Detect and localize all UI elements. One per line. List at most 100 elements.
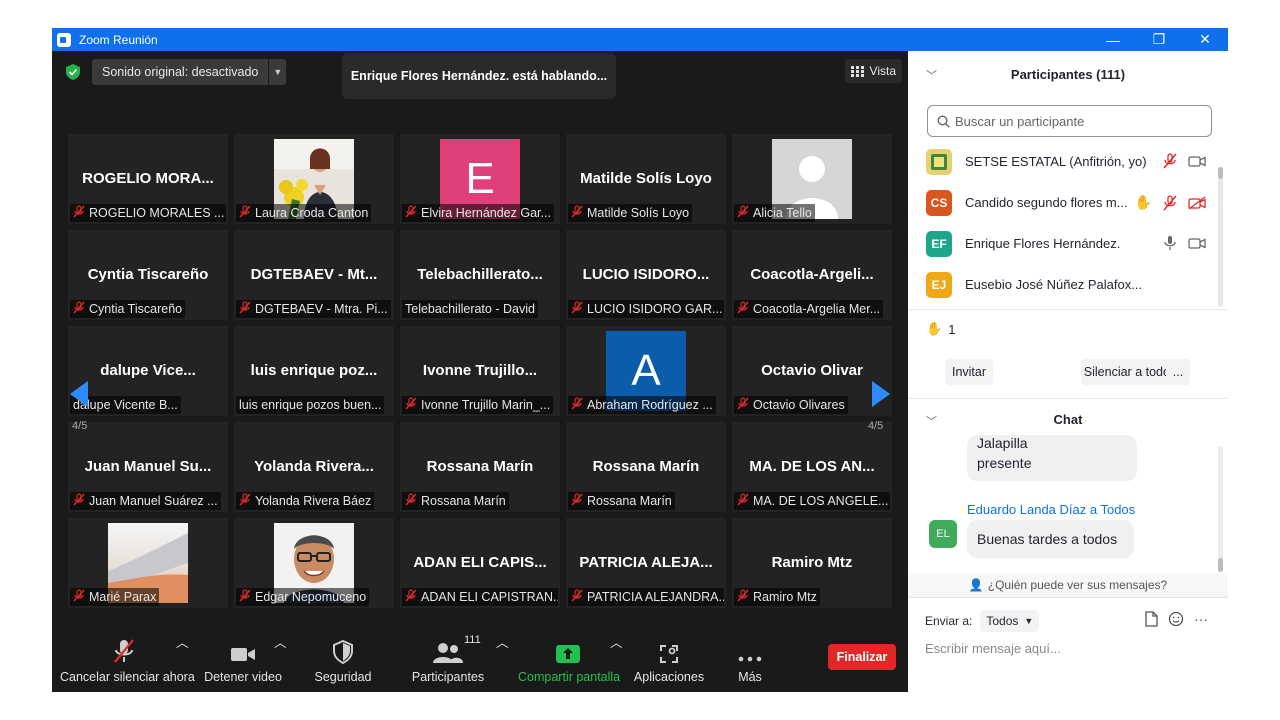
video-tile[interactable]: Cyntia Tiscareño Cyntia Tiscareño <box>68 230 228 320</box>
mute-all-button[interactable]: Silenciar a todos <box>1081 359 1179 385</box>
tile-name-caption: ROGELIO MORALES ... <box>70 204 226 222</box>
participant-row[interactable]: EF Enrique Flores Hernández. <box>908 223 1218 264</box>
end-meeting-button[interactable]: Finalizar <box>828 644 896 670</box>
video-tile[interactable]: E Elvira Hernández Gar... <box>400 134 560 224</box>
share-screen-button[interactable]: Compartir pantalla <box>518 632 620 692</box>
host-logo-icon <box>931 153 947 170</box>
participant-name: Coacotla-Argelia Mer... <box>753 302 881 316</box>
original-sound-button[interactable]: Sonido original: desactivado ▼ <box>92 59 287 85</box>
send-to: Enviar a: Todos ▼ <box>925 609 1040 633</box>
tile-name-caption: LUCIO ISIDORO GAR... <box>568 300 724 318</box>
video-tile[interactable]: PATRICIA ALEJA... PATRICIA ALEJANDRA... <box>566 518 726 608</box>
participant-name: ADAN ELI CAPISTRAN... <box>421 590 558 604</box>
video-tile[interactable]: Ivonne Trujillo... Ivonne Trujillo Marin_… <box>400 326 560 416</box>
video-tile[interactable]: Yolanda Rivera... Yolanda Rivera Báez <box>234 422 394 512</box>
share-options-chevron-icon[interactable]: ︿ <box>610 632 623 692</box>
tile-name-caption: Elvira Hernández Gar... <box>402 204 554 222</box>
tile-display-name: Ramiro Mtz <box>771 554 853 571</box>
video-camera-icon[interactable] <box>1188 154 1206 168</box>
previous-page-arrow-icon[interactable] <box>64 379 94 409</box>
video-tile[interactable]: ADAN ELI CAPIS... ADAN ELI CAPISTRAN... <box>400 518 560 608</box>
close-button[interactable]: ✕ <box>1182 28 1228 51</box>
microphone-muted-icon[interactable] <box>1162 153 1178 169</box>
video-options-chevron-icon[interactable]: ︿ <box>274 632 287 692</box>
invite-button[interactable]: Invitar <box>945 359 993 385</box>
participant-name: Abraham Rodríguez ... <box>587 398 713 412</box>
chevron-down-icon[interactable]: ▼ <box>268 59 286 85</box>
video-camera-icon[interactable] <box>1188 236 1206 250</box>
participant-name: Elvira Hernández Gar... <box>421 206 551 220</box>
participant-name: PATRICIA ALEJANDRA... <box>587 590 724 604</box>
participant-row[interactable]: SETSE ESTATAL (Anfitrión, yo) <box>908 141 1218 182</box>
microphone-muted-icon <box>405 493 417 509</box>
microphone-icon[interactable] <box>1162 235 1178 251</box>
video-tile[interactable]: MA. DE LOS AN... MA. DE LOS ANGELE... <box>732 422 892 512</box>
participant-row[interactable]: EJ Eusebio José Núñez Palafox... <box>908 264 1218 305</box>
message-visibility-link[interactable]: 👤 ¿Quién puede ver sus mensajes? <box>908 573 1228 597</box>
microphone-muted-icon <box>737 397 749 413</box>
restore-button[interactable]: ❐ <box>1136 28 1182 51</box>
video-tile[interactable]: Rossana Marín Rossana Marín <box>400 422 560 512</box>
tile-name-caption: Octavio Olivares <box>734 396 848 414</box>
microphone-muted-icon <box>114 639 134 663</box>
avatar <box>926 148 952 175</box>
participants-options-chevron-icon[interactable]: ︿ <box>496 632 509 692</box>
video-tile[interactable]: Marié Parax <box>68 518 228 608</box>
video-tile[interactable]: luis enrique poz... luis enrique pozos bu… <box>234 326 394 416</box>
unmute-button[interactable]: Cancelar silenciar ahora <box>60 632 195 692</box>
tile-display-name: luis enrique poz... <box>250 362 378 379</box>
stop-video-label: Detener video <box>204 670 282 684</box>
emoji-icon[interactable] <box>1168 611 1184 627</box>
chat-message-previous: Jalapilla presente <box>967 435 1137 481</box>
video-tile[interactable]: Matilde Solís Loyo Matilde Solís Loyo <box>566 134 726 224</box>
participant-search-input[interactable]: Buscar un participante <box>927 105 1212 137</box>
apps-button[interactable]: Aplicaciones <box>632 632 706 692</box>
collapse-chat-chevron-icon[interactable]: ﹀ <box>926 413 937 429</box>
participant-name: Octavio Olivares <box>753 398 845 412</box>
video-tile[interactable]: Laura Croda Canton <box>234 134 394 224</box>
video-tile[interactable]: Telebachillerato... Telebachillerato - Da… <box>400 230 560 320</box>
video-tile[interactable]: LUCIO ISIDORO... LUCIO ISIDORO GAR... <box>566 230 726 320</box>
chat-scrollbar[interactable] <box>1218 446 1223 572</box>
video-tile[interactable]: ROGELIO MORA... ROGELIO MORALES ... <box>68 134 228 224</box>
more-options-button[interactable]: ... <box>1166 359 1190 385</box>
minimize-button[interactable]: — <box>1090 28 1136 51</box>
participants-button[interactable]: 111 Participantes <box>410 632 486 692</box>
more-button[interactable]: Más <box>728 632 772 692</box>
microphone-muted-icon <box>571 301 583 317</box>
view-button[interactable]: Vista <box>844 59 902 83</box>
stop-video-button[interactable]: Detener video <box>202 632 284 692</box>
chat-sender: Eduardo Landa Díaz a Todos <box>967 502 1136 517</box>
video-tile[interactable]: Alicia Tello <box>732 134 892 224</box>
collapse-participants-chevron-icon[interactable]: ﹀ <box>926 67 937 83</box>
chat-message-input[interactable]: Escribir mensaje aquí... <box>925 641 1061 656</box>
participant-name: Candido segundo flores m... <box>965 195 1128 210</box>
video-tile[interactable]: Rossana Marín Rossana Marín <box>566 422 726 512</box>
encryption-shield-icon[interactable] <box>66 64 80 80</box>
microphone-muted-icon <box>405 589 417 605</box>
video-tile[interactable]: Ramiro Mtz Ramiro Mtz <box>732 518 892 608</box>
participant-name: Cyntia Tiscareño <box>89 302 183 316</box>
tile-name-caption: MA. DE LOS ANGELE... <box>734 492 890 510</box>
video-tile[interactable]: Coacotla-Argeli... Coacotla-Argelia Mer..… <box>732 230 892 320</box>
meeting-toolbar: Cancelar silenciar ahora ︿ Detener video… <box>52 632 908 692</box>
participant-row[interactable]: CS Candido segundo flores m... ✋ <box>908 182 1218 223</box>
next-page-arrow-icon[interactable] <box>866 379 896 409</box>
video-tile[interactable]: DGTEBAEV - Mt... DGTEBAEV - Mtra. Pi... <box>234 230 394 320</box>
video-tile[interactable]: A Abraham Rodríguez ... <box>566 326 726 416</box>
audio-options-chevron-icon[interactable]: ︿ <box>176 632 189 692</box>
send-to-select[interactable]: Todos ▼ <box>980 610 1040 632</box>
file-icon[interactable] <box>1144 611 1158 627</box>
chat-more-icon[interactable]: ··· <box>1194 611 1208 627</box>
tile-display-name: PATRICIA ALEJA... <box>579 554 713 571</box>
microphone-muted-icon[interactable] <box>1162 194 1178 211</box>
tile-display-name: Rossana Marín <box>426 458 534 475</box>
video-tile[interactable]: Juan Manuel Su... Juan Manuel Suárez ... <box>68 422 228 512</box>
page-indicator-right: 4/5 <box>868 420 884 432</box>
microphone-muted-icon <box>737 493 749 509</box>
video-tile[interactable]: Edgar Nepomuceno <box>234 518 394 608</box>
microphone-muted-icon <box>571 205 583 221</box>
participants-scrollbar[interactable] <box>1218 167 1223 307</box>
video-off-icon[interactable] <box>1188 195 1206 210</box>
security-button[interactable]: Seguridad <box>308 632 378 692</box>
